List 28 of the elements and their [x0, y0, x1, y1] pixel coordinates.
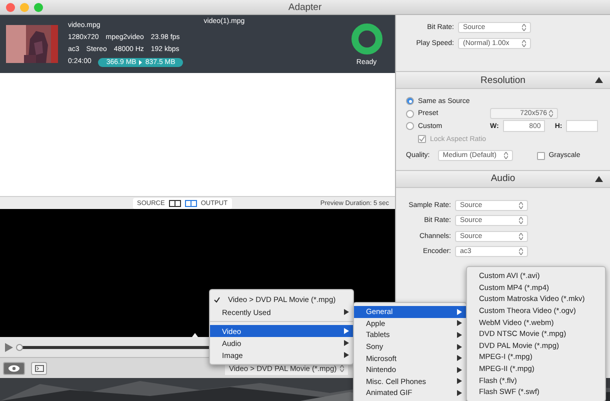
stepper-icon: [519, 217, 523, 224]
close-button[interactable]: [6, 2, 15, 12]
stepper-icon: [519, 232, 523, 240]
zoom-button[interactable]: [34, 2, 43, 12]
terminal-icon[interactable]: [31, 362, 47, 374]
collapse-icon[interactable]: [595, 176, 603, 182]
stepper-icon: [549, 110, 553, 118]
checkbox[interactable]: [536, 152, 545, 160]
height-field[interactable]: [566, 120, 598, 132]
collapse-icon[interactable]: [595, 77, 603, 83]
stepper-icon: [340, 364, 344, 372]
stepper-icon: [519, 202, 523, 209]
stepper-icon: [519, 248, 523, 256]
eye-icon[interactable]: [3, 362, 25, 374]
ring-icon: [350, 22, 383, 54]
stepper-icon: [522, 24, 526, 30]
window-title: Adapter: [288, 2, 322, 12]
stepper-icon: [504, 152, 508, 159]
section-header[interactable]: Resolution: [396, 71, 610, 89]
stepper-icon: [522, 40, 526, 46]
submenu-arrow-icon: [344, 309, 349, 315]
split-view-icon[interactable]: [168, 200, 181, 206]
radio-button[interactable]: [406, 122, 414, 130]
radio-button[interactable]: [406, 110, 414, 118]
section-header[interactable]: Audio: [396, 170, 610, 188]
play-icon[interactable]: [5, 342, 13, 352]
checkbox[interactable]: [418, 135, 426, 143]
radio-button[interactable]: [406, 97, 414, 106]
